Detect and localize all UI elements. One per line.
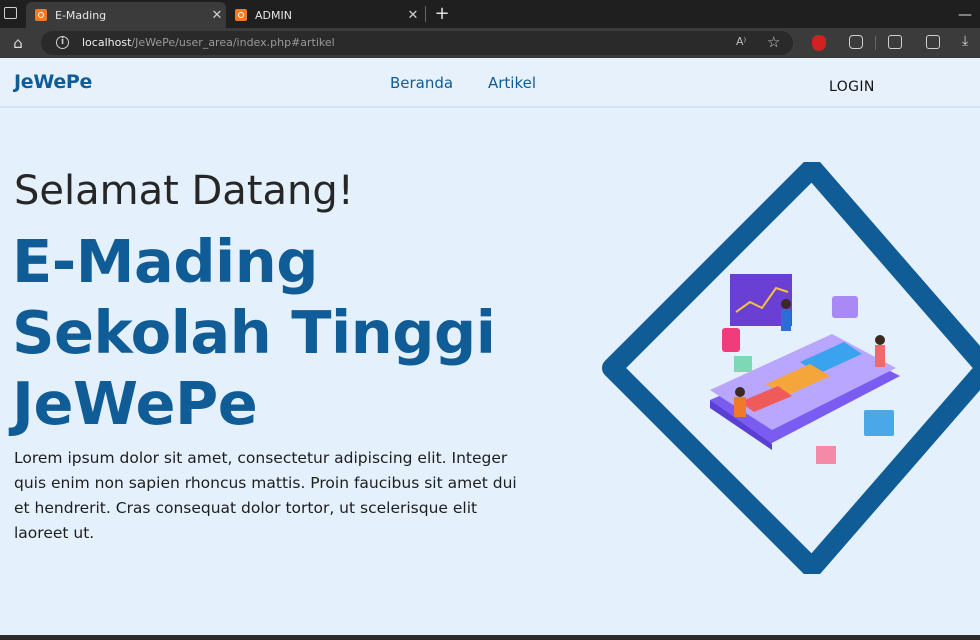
favorite-star-icon[interactable]: ☆ [767, 33, 780, 51]
hero-illustration [602, 162, 980, 574]
hero-headline: E-Mading Sekolah Tinggi JeWePe [12, 226, 496, 439]
tab-divider [425, 6, 426, 22]
nav-link-artikel[interactable]: Artikel [488, 74, 536, 92]
window-menu-icon[interactable] [4, 7, 17, 19]
home-icon[interactable]: ⌂ [9, 34, 27, 52]
url-host: localhost [82, 36, 132, 49]
login-link[interactable]: LOGIN [829, 79, 875, 95]
person-body [734, 397, 746, 417]
new-tab-button[interactable]: + [432, 3, 452, 25]
tab-title: ADMIN [255, 8, 292, 22]
info-icon[interactable]: i [56, 36, 69, 49]
extension-shield-icon[interactable] [812, 35, 826, 51]
person-head [735, 387, 745, 397]
tab-title: E-Mading [55, 8, 107, 22]
hero-description: Lorem ipsum dolor sit amet, consectetur … [14, 449, 517, 542]
browser-address-bar: ⌂ i localhost/JeWePe/user_area/index.php… [0, 28, 980, 58]
collections-icon[interactable] [926, 35, 940, 49]
nav-link-beranda[interactable]: Beranda [390, 74, 453, 92]
xampp-favicon-icon [235, 9, 247, 21]
url-path: /JeWePe/user_area/index.php#artikel [131, 36, 335, 49]
hero-greeting: Selamat Datang! [14, 168, 354, 214]
tab-e-mading[interactable]: E-Mading ✕ [26, 2, 226, 28]
analytics-icon [864, 410, 894, 436]
headline-line: JeWePe [12, 369, 258, 438]
read-aloud-icon[interactable]: A⁾ [736, 35, 746, 48]
tab-close-icon[interactable]: ✕ [404, 8, 422, 23]
person-head [781, 299, 791, 309]
site-logo[interactable]: JeWePe [14, 71, 92, 93]
person-body [875, 345, 885, 367]
extensions-puzzle-icon[interactable] [849, 35, 863, 49]
tab-admin[interactable]: ADMIN ✕ [226, 2, 422, 28]
headline-line: Sekolah Tinggi [12, 298, 496, 367]
split-screen-icon[interactable] [888, 35, 902, 49]
url-field[interactable]: i localhost/JeWePe/user_area/index.php#a… [41, 31, 793, 55]
phone-icon [722, 328, 740, 352]
minimize-button[interactable]: — [958, 7, 972, 23]
taskbar-edge [0, 635, 980, 640]
toolbar-divider [875, 36, 876, 50]
tab-close-icon[interactable]: ✕ [208, 8, 226, 23]
person-head [875, 335, 885, 345]
stack-green-icon [734, 356, 752, 372]
headline-line: E-Mading [12, 227, 319, 296]
stack-icon [816, 446, 836, 464]
browser-tab-bar: E-Mading ✕ ADMIN ✕ + — [0, 0, 980, 28]
download-icon[interactable]: ⤓ [962, 33, 968, 49]
url-text[interactable]: localhost/JeWePe/user_area/index.php#art… [82, 36, 335, 49]
web-page: JeWePe Beranda Artikel LOGIN Selamat Dat… [0, 58, 980, 635]
person-body [781, 309, 791, 331]
xampp-favicon-icon [35, 9, 47, 21]
site-navbar: JeWePe Beranda Artikel LOGIN [0, 58, 980, 108]
wallet-icon [832, 296, 858, 318]
